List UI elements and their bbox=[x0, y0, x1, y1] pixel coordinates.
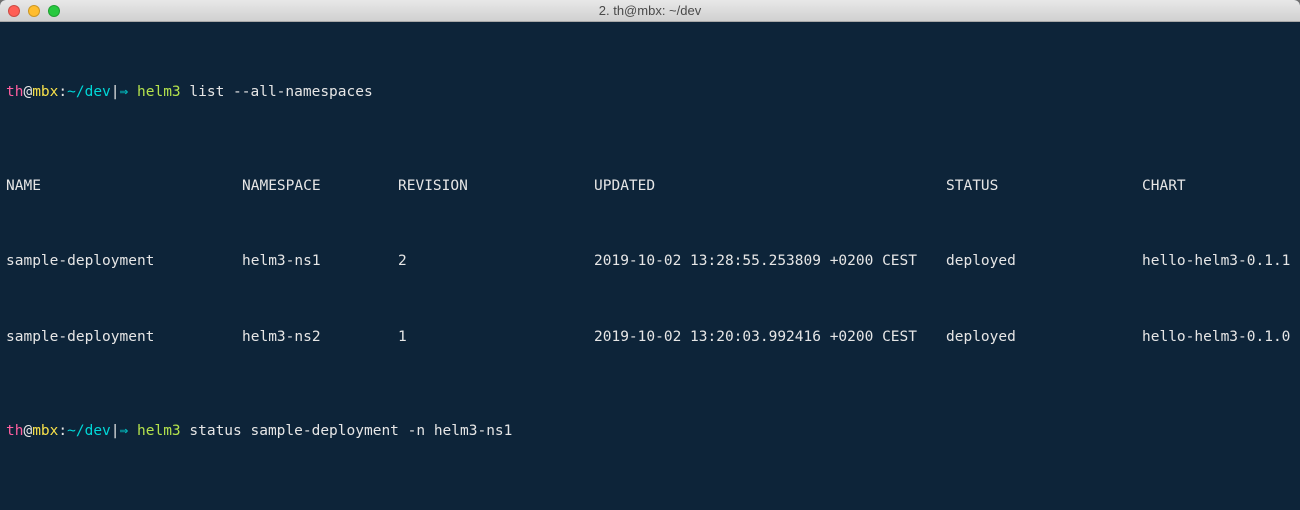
minimize-icon[interactable] bbox=[28, 5, 40, 17]
cell-revision: 1 bbox=[398, 328, 594, 347]
table-row: sample-deploymenthelm3-ns122019-10-02 13… bbox=[6, 252, 1294, 271]
zoom-icon[interactable] bbox=[48, 5, 60, 17]
prompt-line: th@mbx:~/dev|⇒ helm3 list --all-namespac… bbox=[6, 83, 1294, 102]
cell-status: deployed bbox=[946, 328, 1142, 347]
cell-updated: 2019-10-02 13:28:55.253809 +0200 CEST bbox=[594, 252, 946, 271]
prompt-user: th bbox=[6, 84, 23, 100]
window-controls bbox=[0, 5, 60, 17]
col-header-updated: UPDATED bbox=[594, 177, 946, 196]
cell-chart: hello-helm3-0.1.1 bbox=[1142, 252, 1294, 271]
cell-name: sample-deployment bbox=[6, 252, 242, 271]
prompt-path: ~/dev bbox=[67, 84, 111, 100]
command-args: status sample-deployment -n helm3-ns1 bbox=[181, 423, 513, 439]
close-icon[interactable] bbox=[8, 5, 20, 17]
prompt-sep1: : bbox=[58, 84, 67, 100]
cell-name: sample-deployment bbox=[6, 328, 242, 347]
terminal-body[interactable]: th@mbx:~/dev|⇒ helm3 list --all-namespac… bbox=[0, 22, 1300, 510]
col-header-namespace: NAMESPACE bbox=[242, 177, 398, 196]
prompt-arrow: ⇒ bbox=[120, 423, 137, 439]
col-header-status: STATUS bbox=[946, 177, 1142, 196]
command-bin: helm3 bbox=[137, 423, 181, 439]
terminal-window: 2. th@mbx: ~/dev th@mbx:~/dev|⇒ helm3 li… bbox=[0, 0, 1300, 510]
prompt-user: th bbox=[6, 423, 23, 439]
cell-updated: 2019-10-02 13:20:03.992416 +0200 CEST bbox=[594, 328, 946, 347]
prompt-host: mbx bbox=[32, 84, 58, 100]
cell-chart: hello-helm3-0.1.0 bbox=[1142, 328, 1294, 347]
cell-namespace: helm3-ns2 bbox=[242, 328, 398, 347]
col-header-chart: CHART bbox=[1142, 177, 1294, 196]
cell-revision: 2 bbox=[398, 252, 594, 271]
prompt-path: ~/dev bbox=[67, 423, 111, 439]
window-title: 2. th@mbx: ~/dev bbox=[0, 3, 1300, 18]
prompt-sep1: : bbox=[58, 423, 67, 439]
table-header: NAMENAMESPACEREVISIONUPDATEDSTATUSCHART bbox=[6, 177, 1294, 196]
prompt-at: @ bbox=[23, 423, 32, 439]
cell-namespace: helm3-ns1 bbox=[242, 252, 398, 271]
titlebar: 2. th@mbx: ~/dev bbox=[0, 0, 1300, 22]
col-header-name: NAME bbox=[6, 177, 242, 196]
col-header-revision: REVISION bbox=[398, 177, 594, 196]
prompt-at: @ bbox=[23, 84, 32, 100]
prompt-sep2: | bbox=[111, 423, 120, 439]
command-bin: helm3 bbox=[137, 84, 181, 100]
prompt-host: mbx bbox=[32, 423, 58, 439]
table-row: sample-deploymenthelm3-ns212019-10-02 13… bbox=[6, 328, 1294, 347]
prompt-sep2: | bbox=[111, 84, 120, 100]
command-args: list --all-namespaces bbox=[181, 84, 373, 100]
prompt-line: th@mbx:~/dev|⇒ helm3 status sample-deplo… bbox=[6, 422, 1294, 441]
prompt-arrow: ⇒ bbox=[120, 84, 137, 100]
cell-status: deployed bbox=[946, 252, 1142, 271]
